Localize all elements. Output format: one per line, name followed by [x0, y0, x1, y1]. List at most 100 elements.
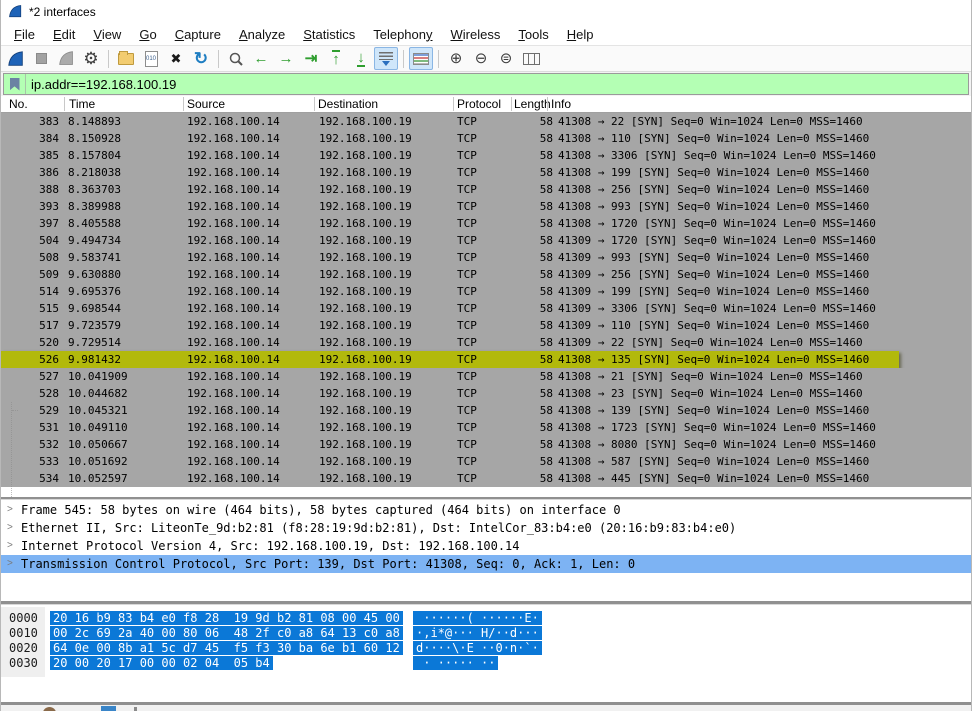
packet-row[interactable]: 386 8.218038 192.168.100.14 192.168.100.… [1, 164, 971, 181]
zoom-out-button[interactable]: ⊖ [469, 47, 493, 70]
column-header-time[interactable]: Time [69, 97, 95, 111]
hex-row[interactable]: 0000 20 16 b9 83 b4 e0 f8 28 19 9d b2 81… [1, 611, 971, 626]
cell-info: 41308 → 993 [SYN] Seq=0 Win=1024 Len=0 M… [558, 200, 869, 213]
packet-row[interactable]: 388 8.363703 192.168.100.14 192.168.100.… [1, 181, 971, 198]
column-header-length[interactable]: Length [514, 97, 551, 111]
ascii-bytes-selected[interactable]: ······( ······E· [413, 611, 542, 625]
previous-packet-button[interactable]: ← [249, 47, 273, 70]
close-file-button[interactable]: ✖ [164, 47, 188, 70]
colorize-button[interactable] [409, 47, 433, 70]
menu-item[interactable]: Tools [509, 25, 557, 44]
packet-row[interactable]: 520 9.729514 192.168.100.14 192.168.100.… [1, 334, 971, 351]
chevron-right-icon[interactable]: > [7, 522, 13, 533]
packet-row[interactable]: 384 8.150928 192.168.100.14 192.168.100.… [1, 130, 971, 147]
packet-row[interactable]: 533 10.051692 192.168.100.14 192.168.100… [1, 453, 971, 470]
find-packet-button[interactable] [224, 47, 248, 70]
ascii-bytes-selected[interactable]: ·,i*@··· H/··d··· [413, 626, 542, 640]
detail-row[interactable]: > Transmission Control Protocol, Src Por… [1, 555, 971, 573]
stop-capture-button[interactable] [29, 47, 53, 70]
detail-row[interactable]: > Ethernet II, Src: LiteonTe_9d:b2:81 (f… [1, 519, 971, 537]
column-divider[interactable] [511, 97, 512, 111]
menu-item[interactable]: Statistics [294, 25, 364, 44]
cell-destination: 192.168.100.19 [319, 132, 412, 145]
reload-button[interactable]: ↻ [189, 47, 213, 70]
auto-scroll-button[interactable] [374, 47, 398, 70]
column-divider[interactable] [453, 97, 454, 111]
packet-row[interactable]: 509 9.630880 192.168.100.14 192.168.100.… [1, 266, 971, 283]
ascii-bytes-selected[interactable]: · ····· ·· [413, 656, 498, 670]
column-header-no[interactable]: No. [9, 97, 28, 111]
menu-item[interactable]: Capture [166, 25, 230, 44]
save-file-button[interactable]: 010 [139, 47, 163, 70]
hex-row[interactable]: 0030 20 00 20 17 00 00 02 04 05 b4 · ···… [1, 656, 971, 671]
menu-item[interactable]: Telephony [364, 25, 441, 44]
menu-item[interactable]: Analyze [230, 25, 294, 44]
column-divider[interactable] [183, 97, 184, 111]
taskbar-app-icon[interactable] [101, 706, 116, 711]
goto-packet-button[interactable]: ⇥ [299, 47, 323, 70]
hex-bytes-selected[interactable]: 00 2c 69 2a 40 00 80 06 48 2f c0 a8 64 1… [50, 626, 403, 640]
menu-item[interactable]: Wireless [442, 25, 510, 44]
restart-capture-button[interactable] [54, 47, 78, 70]
menu-item[interactable]: View [84, 25, 130, 44]
packet-row[interactable]: 508 9.583741 192.168.100.14 192.168.100.… [1, 249, 971, 266]
packet-row[interactable]: 529 10.045321 192.168.100.14 192.168.100… [1, 402, 971, 419]
packet-row[interactable]: 514 9.695376 192.168.100.14 192.168.100.… [1, 283, 971, 300]
display-filter-input[interactable] [26, 74, 968, 94]
column-header-info[interactable]: Info [551, 97, 571, 111]
chevron-right-icon[interactable]: > [7, 540, 13, 551]
column-divider[interactable] [547, 97, 548, 111]
cell-source: 192.168.100.14 [187, 217, 280, 230]
packet-row[interactable]: 526 9.981432 192.168.100.14 192.168.100.… [1, 351, 971, 368]
chevron-right-icon[interactable]: > [7, 558, 13, 569]
hex-row[interactable]: 0020 64 0e 00 8b a1 5c d7 45 f5 f3 30 ba… [1, 641, 971, 656]
open-file-button[interactable] [114, 47, 138, 70]
menu-item[interactable]: Help [558, 25, 603, 44]
detail-row[interactable]: > Internet Protocol Version 4, Src: 192.… [1, 537, 971, 555]
detail-text: Transmission Control Protocol, Src Port:… [21, 557, 635, 571]
capture-options-button[interactable]: ⚙ [79, 47, 103, 70]
resize-columns-button[interactable] [519, 47, 543, 70]
zoom-in-button[interactable]: ⊕ [444, 47, 468, 70]
packet-row[interactable]: 517 9.723579 192.168.100.14 192.168.100.… [1, 317, 971, 334]
hex-bytes-selected[interactable]: 64 0e 00 8b a1 5c d7 45 f5 f3 30 ba 6e b… [50, 641, 403, 655]
packet-row[interactable]: 534 10.052597 192.168.100.14 192.168.100… [1, 470, 971, 487]
arrow-down-to-bar-icon: ↓ [357, 50, 365, 67]
packet-row[interactable]: 393 8.389988 192.168.100.14 192.168.100.… [1, 198, 971, 215]
packet-row[interactable]: 385 8.157804 192.168.100.14 192.168.100.… [1, 147, 971, 164]
hex-bytes-selected[interactable]: 20 16 b9 83 b4 e0 f8 28 19 9d b2 81 08 0… [50, 611, 403, 625]
menu-item[interactable]: Go [130, 25, 165, 44]
column-header-source[interactable]: Source [187, 97, 225, 111]
packet-row[interactable]: 531 10.049110 192.168.100.14 192.168.100… [1, 419, 971, 436]
next-packet-button[interactable]: → [274, 47, 298, 70]
column-divider[interactable] [314, 97, 315, 111]
detail-row[interactable]: > Frame 545: 58 bytes on wire (464 bits)… [1, 501, 971, 519]
ascii-bytes-selected[interactable]: d····\·E ··0·n·`· [413, 641, 542, 655]
cell-info: 41308 → 199 [SYN] Seq=0 Win=1024 Len=0 M… [558, 166, 869, 179]
packet-row[interactable]: 527 10.041909 192.168.100.14 192.168.100… [1, 368, 971, 385]
packet-row[interactable]: 528 10.044682 192.168.100.14 192.168.100… [1, 385, 971, 402]
packet-row[interactable]: 397 8.405588 192.168.100.14 192.168.100.… [1, 215, 971, 232]
chevron-right-icon[interactable]: > [7, 504, 13, 515]
hex-row[interactable]: 0010 00 2c 69 2a 40 00 80 06 48 2f c0 a8… [1, 626, 971, 641]
taskbar-app-icon[interactable] [43, 707, 56, 711]
packet-row[interactable]: 383 8.148893 192.168.100.14 192.168.100.… [1, 113, 971, 130]
column-divider[interactable] [64, 97, 65, 111]
zoom-reset-button[interactable]: ⊜ [494, 47, 518, 70]
menu-item[interactable]: File [5, 25, 44, 44]
packet-row[interactable]: 532 10.050667 192.168.100.14 192.168.100… [1, 436, 971, 453]
last-packet-button[interactable]: ↓ [349, 47, 373, 70]
cell-source: 192.168.100.14 [187, 285, 280, 298]
menu-item[interactable]: Edit [44, 25, 84, 44]
column-header-destination[interactable]: Destination [318, 97, 378, 111]
pane-splitter[interactable] [1, 497, 971, 500]
hex-bytes-selected[interactable]: 20 00 20 17 00 00 02 04 05 b4 [50, 656, 273, 670]
packet-row[interactable]: 515 9.698544 192.168.100.14 192.168.100.… [1, 300, 971, 317]
start-capture-button[interactable] [4, 47, 28, 70]
filter-bookmark-button[interactable] [4, 74, 26, 94]
first-packet-button[interactable]: ↑ [324, 47, 348, 70]
column-header-protocol[interactable]: Protocol [457, 97, 501, 111]
packet-row[interactable]: 504 9.494734 192.168.100.14 192.168.100.… [1, 232, 971, 249]
taskbar-app-icon[interactable] [134, 707, 137, 711]
cell-time: 9.981432 [68, 353, 121, 366]
